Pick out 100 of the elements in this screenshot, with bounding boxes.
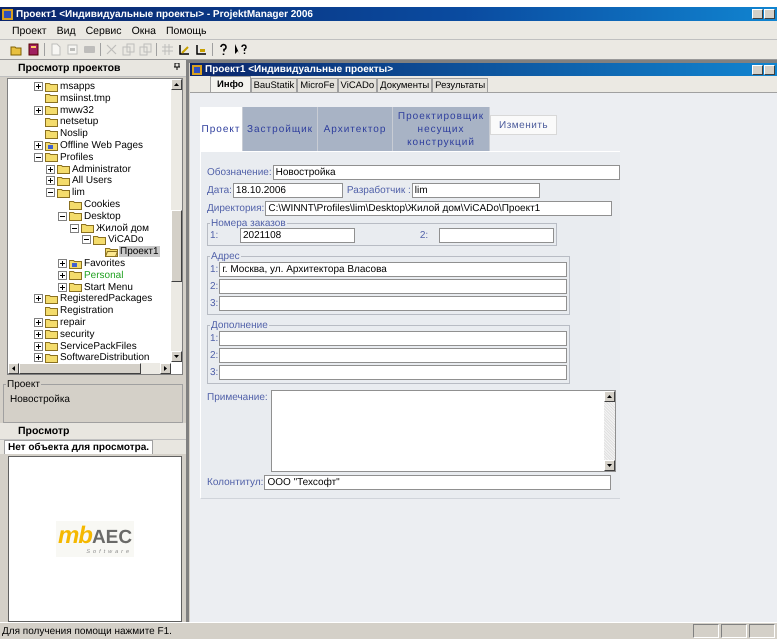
- collapse-icon[interactable]: [46, 188, 55, 198]
- tree-item[interactable]: mww32: [59, 104, 95, 116]
- tree-item[interactable]: msiinst.tmp: [59, 92, 112, 104]
- book-icon[interactable]: [27, 43, 40, 56]
- date-field[interactable]: 18.10.2006: [232, 183, 343, 198]
- input-field[interactable]: lim: [412, 183, 540, 198]
- expand-icon[interactable]: [34, 330, 43, 339]
- input-field[interactable]: Новостройка: [272, 165, 620, 180]
- input-field[interactable]: 2021108: [240, 228, 355, 243]
- input-field[interactable]: ООО "Техсофт": [264, 475, 612, 490]
- scrollbar[interactable]: [8, 363, 171, 374]
- expand-icon[interactable]: [58, 270, 67, 280]
- tree-item[interactable]: security: [59, 328, 96, 340]
- expand-icon[interactable]: [34, 353, 43, 362]
- group-label: Номера заказов: [210, 219, 287, 228]
- tree-item[interactable]: repair: [59, 317, 87, 328]
- tree-item[interactable]: Profiles: [59, 152, 94, 163]
- field-label: 3:: [210, 367, 218, 378]
- expand-icon[interactable]: [46, 176, 55, 186]
- tree-item[interactable]: Cookies: [83, 199, 122, 210]
- collapse-icon[interactable]: [34, 152, 43, 162]
- project-name: Новостройка: [10, 394, 70, 406]
- tree-item[interactable]: ServicePackFiles: [59, 340, 138, 352]
- up-arrow-icon[interactable]: [174, 82, 179, 86]
- menu-item[interactable]: Вид: [56, 24, 76, 36]
- pin-icon[interactable]: [174, 63, 180, 70]
- scrollbar[interactable]: [171, 78, 182, 362]
- tree-item[interactable]: Administrator: [71, 164, 132, 175]
- up-arrow-icon[interactable]: [606, 395, 612, 398]
- expand-icon[interactable]: [34, 141, 43, 150]
- step-icon[interactable]: [195, 43, 208, 56]
- window-title: Проект1 <Индивидуальные проекты> - ProjektManager 2006: [16, 8, 313, 20]
- tab[interactable]: ViCADo: [338, 78, 378, 92]
- tab[interactable]: Результаты: [432, 78, 488, 92]
- tab[interactable]: Инфо: [210, 76, 251, 92]
- expand-icon[interactable]: [46, 164, 55, 174]
- tree-item[interactable]: SoftwareDistribution: [59, 352, 150, 364]
- menu-item[interactable]: Проект: [12, 24, 47, 36]
- expand-icon[interactable]: [34, 106, 43, 115]
- tree-item[interactable]: Жилой дом: [95, 222, 150, 234]
- tab[interactable]: Документы: [377, 78, 432, 92]
- help-pointer-icon[interactable]: [234, 43, 247, 56]
- tree-item[interactable]: Noslip: [59, 128, 89, 140]
- input-field[interactable]: [219, 348, 567, 363]
- maximize-button[interactable]: [764, 9, 775, 19]
- tab[interactable]: Проект: [200, 107, 243, 151]
- tab[interactable]: Архитектор: [318, 107, 393, 151]
- expand-icon[interactable]: [58, 282, 67, 292]
- tree-item[interactable]: Registration: [59, 305, 114, 316]
- tree-item[interactable]: ViCADo: [107, 234, 144, 246]
- field-label: Колонтитул:: [207, 477, 264, 488]
- field-label: Дата:: [207, 185, 232, 196]
- input-field[interactable]: [219, 365, 567, 380]
- menu-item[interactable]: Помощь: [166, 24, 207, 36]
- left-arrow-icon[interactable]: [12, 366, 15, 372]
- angle-icon[interactable]: [178, 43, 191, 56]
- collapse-icon[interactable]: [58, 212, 67, 221]
- down-arrow-icon[interactable]: [606, 464, 612, 467]
- input-field[interactable]: г. Москва, ул. Архитектора Власова: [219, 262, 567, 277]
- field-label: Примечание:: [207, 391, 268, 405]
- tab[interactable]: Проектировщик несущих конструкций: [393, 107, 490, 151]
- tree-item[interactable]: RegisteredPackages: [59, 293, 154, 304]
- tree-item[interactable]: Start Menu: [83, 282, 134, 293]
- help-icon[interactable]: [217, 43, 230, 56]
- edit-button[interactable]: Изменить: [490, 115, 558, 135]
- menu-item[interactable]: Окна: [132, 24, 156, 36]
- right-arrow-icon[interactable]: [164, 366, 167, 372]
- field-label: Разработчик :: [346, 185, 411, 196]
- tree-item[interactable]: All Users: [71, 175, 114, 186]
- input-field[interactable]: C:\WINNT\Profiles\lim\Desktop\Жилой дом\ViCADo\Проект1: [265, 201, 612, 216]
- tab[interactable]: MicroFe: [297, 78, 338, 92]
- expand-icon[interactable]: [58, 259, 67, 268]
- tree-item[interactable]: Favorites: [83, 258, 126, 270]
- tree-item[interactable]: Offline Web Pages: [59, 140, 144, 152]
- tab[interactable]: BauStatik: [250, 78, 298, 92]
- menu-item[interactable]: Сервис: [86, 24, 122, 36]
- expand-icon[interactable]: [34, 342, 43, 351]
- minimize-button[interactable]: [752, 64, 763, 74]
- input-field[interactable]: [439, 228, 554, 243]
- input-field[interactable]: [219, 331, 567, 346]
- tree-item[interactable]: Desktop: [83, 210, 122, 222]
- collapse-icon[interactable]: [70, 224, 79, 233]
- preview-tab[interactable]: Нет объекта для просмотра.: [4, 440, 154, 454]
- expand-icon[interactable]: [34, 318, 43, 327]
- tree-item[interactable]: Проект1: [119, 246, 160, 258]
- tab[interactable]: Застройщик: [243, 107, 318, 151]
- input-field[interactable]: [219, 296, 567, 311]
- input-field[interactable]: [219, 279, 567, 294]
- status-panel: [693, 624, 719, 638]
- tree-item[interactable]: lim: [71, 187, 86, 198]
- tree-item[interactable]: netsetup: [59, 116, 100, 128]
- status-panel: [749, 624, 775, 638]
- collapse-icon[interactable]: [82, 235, 91, 244]
- expand-icon[interactable]: [34, 294, 43, 304]
- minimize-button[interactable]: [752, 9, 763, 19]
- expand-icon[interactable]: [34, 82, 43, 92]
- tree-item[interactable]: msapps: [59, 81, 96, 92]
- down-arrow-icon[interactable]: [174, 355, 179, 358]
- group-label: Дополнение: [210, 321, 269, 330]
- maximize-button[interactable]: [764, 64, 775, 74]
